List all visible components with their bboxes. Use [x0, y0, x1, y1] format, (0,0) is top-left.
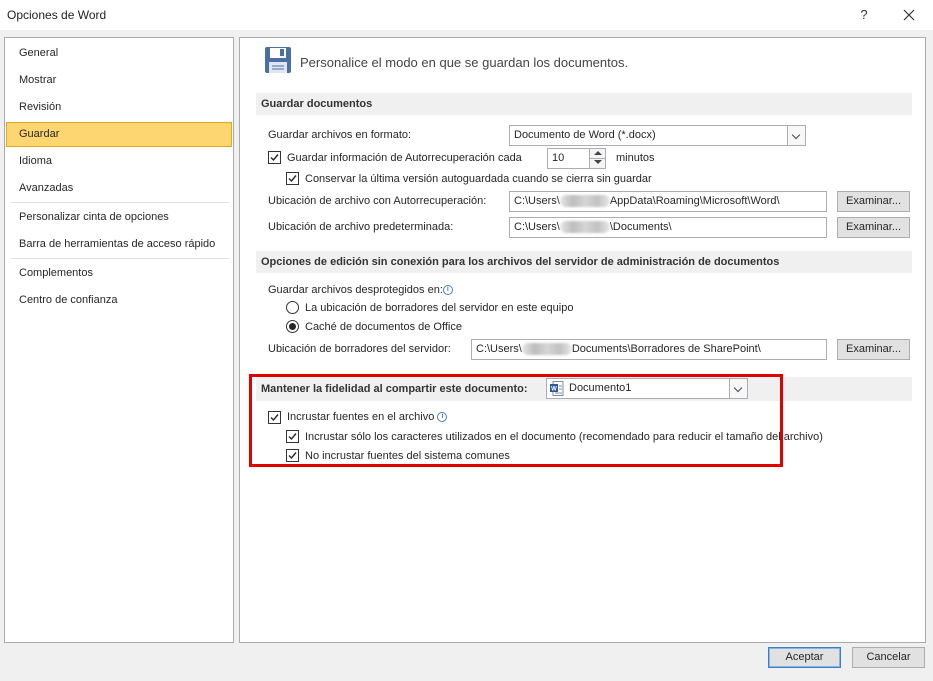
format-label: Guardar archivos en formato:: [268, 129, 412, 141]
sidebar-item-personalizar-cinta[interactable]: Personalizar cinta de opciones: [6, 205, 232, 230]
sidebar-item-guardar[interactable]: Guardar: [6, 122, 232, 147]
window-title: Opciones de Word: [7, 8, 107, 22]
redacted-username: [559, 221, 610, 234]
format-combo[interactable]: Documento de Word (*.docx): [509, 125, 806, 146]
path-suffix: Documents\Borradores de SharePoint\: [571, 343, 761, 355]
sidebar-divider: [11, 202, 229, 203]
sidebar-item-revision[interactable]: Revisión: [6, 95, 232, 120]
close-button[interactable]: [895, 3, 923, 27]
radio-office-cache-label: Caché de documentos de Office: [305, 321, 462, 333]
chevron-down-icon[interactable]: [787, 126, 805, 145]
sidebar-item-barra-acceso-rapido[interactable]: Barra de herramientas de acceso rápido: [6, 232, 232, 257]
autorecover-checkbox[interactable]: [268, 151, 281, 164]
checked-out-label: Guardar archivos desprotegidos en: i: [268, 284, 453, 296]
path-suffix: AppData\Roaming\Microsoft\Word\: [609, 195, 780, 207]
close-icon: [903, 9, 915, 21]
sidebar-item-idioma[interactable]: Idioma: [6, 149, 232, 174]
browse-autorecover-button[interactable]: Examinar...: [837, 191, 910, 212]
section-heading-guardar-documentos: Guardar documentos: [256, 93, 912, 115]
path-prefix: C:\Users\: [514, 221, 560, 233]
page-header-text: Personalice el modo en que se guardan lo…: [300, 55, 629, 70]
radio-server-drafts-label: La ubicación de borradores del servidor …: [305, 302, 574, 314]
redacted-username: [521, 343, 572, 356]
drafts-location-input[interactable]: C:\Users\ Documents\Borradores de SharePo…: [471, 339, 827, 360]
default-location-label: Ubicación de archivo predeterminada:: [268, 221, 454, 233]
options-sidebar: General Mostrar Revisión Guardar Idioma …: [4, 37, 234, 643]
radio-office-cache[interactable]: [286, 320, 299, 333]
check-icon: [288, 175, 297, 183]
path-prefix: C:\Users\: [514, 195, 560, 207]
autorecover-label: Guardar información de Autorrecuperación…: [287, 152, 522, 164]
path-suffix: \Documents\: [609, 221, 672, 233]
floppy-disk-icon: [265, 47, 291, 73]
sidebar-item-general[interactable]: General: [6, 41, 232, 66]
sidebar-item-centro-confianza[interactable]: Centro de confianza: [6, 288, 232, 313]
sidebar-item-mostrar[interactable]: Mostrar: [6, 68, 232, 93]
drafts-location-label: Ubicación de borradores del servidor:: [268, 343, 451, 355]
section-heading-edicion-sin-conexion: Opciones de edición sin conexión para lo…: [256, 251, 912, 273]
spin-up-icon[interactable]: [594, 151, 602, 155]
radio-server-drafts[interactable]: [286, 301, 299, 314]
minutes-label: minutos: [616, 152, 655, 164]
accept-button[interactable]: Aceptar: [768, 647, 841, 668]
format-value: Documento de Word (*.docx): [514, 129, 656, 141]
check-icon: [270, 154, 279, 162]
help-button[interactable]: ?: [852, 3, 876, 27]
cancel-button[interactable]: Cancelar: [852, 647, 925, 668]
redacted-username: [559, 195, 610, 208]
autorecover-location-input[interactable]: C:\Users\ AppData\Roaming\Microsoft\Word\: [509, 191, 827, 212]
autorecover-location-label: Ubicación de archivo con Autorrecuperaci…: [268, 195, 487, 207]
spin-buttons[interactable]: [589, 149, 605, 168]
browse-default-button[interactable]: Examinar...: [837, 217, 910, 238]
browse-drafts-button[interactable]: Examinar...: [837, 339, 910, 360]
sidebar-divider: [11, 258, 229, 259]
default-location-input[interactable]: C:\Users\ \Documents\: [509, 217, 827, 238]
keep-last-label: Conservar la última versión autoguardada…: [305, 173, 652, 185]
autorecover-minutes-value: 10: [552, 152, 565, 164]
highlight-box: [249, 374, 783, 467]
sidebar-item-complementos[interactable]: Complementos: [6, 261, 232, 286]
info-icon[interactable]: i: [442, 285, 453, 296]
path-prefix: C:\Users\: [476, 343, 522, 355]
spin-down-icon[interactable]: [594, 160, 602, 164]
sidebar-item-avanzadas[interactable]: Avanzadas: [6, 176, 232, 201]
options-content: Personalice el modo en que se guardan lo…: [239, 37, 926, 643]
autorecover-minutes-stepper[interactable]: 10: [547, 148, 606, 169]
keep-last-checkbox[interactable]: [286, 172, 299, 185]
checked-out-text: Guardar archivos desprotegidos en:: [268, 284, 443, 296]
title-bar: Opciones de Word ?: [0, 0, 933, 30]
